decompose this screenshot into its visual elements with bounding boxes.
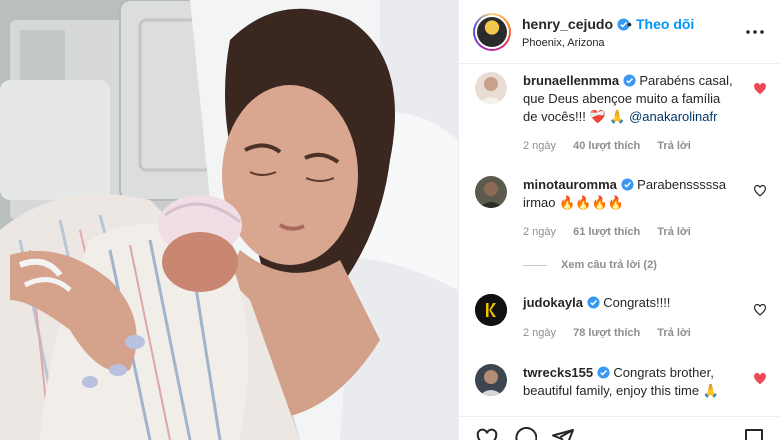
comment-likes[interactable]: 78 lượt thích xyxy=(573,327,640,339)
author-avatar[interactable] xyxy=(473,13,511,51)
post-side-panel: henry_cejudo • Theo dõi Phoenix, Arizona… xyxy=(458,0,780,440)
heart-liked-icon[interactable] xyxy=(753,372,767,386)
commenter-avatar-image xyxy=(475,72,507,104)
commenter-avatar-image xyxy=(475,294,507,326)
comment-reply-button[interactable]: Trả lời xyxy=(657,226,691,238)
comment-time[interactable]: 2 ngày xyxy=(523,226,556,238)
commenter-username[interactable]: bruna­ellenmma xyxy=(523,73,619,88)
comment-body: twrecks155 Congrats brother, beautiful f… xyxy=(523,364,737,400)
author-username-row[interactable]: henry_cejudo xyxy=(522,16,630,32)
comment-meta: 2 ngày 78 lượt thích Trả lời xyxy=(523,327,705,339)
replies-divider-line xyxy=(523,264,547,266)
comment-text: Congrats!!!! xyxy=(603,295,671,310)
post-header: henry_cejudo • Theo dõi Phoenix, Arizona xyxy=(459,0,780,64)
commenter-username[interactable]: twrecks155 xyxy=(523,365,593,380)
comment-body: minotauromma Parabensssssa irmao 🔥🔥🔥🔥 xyxy=(523,176,737,212)
commenter-avatar-image xyxy=(475,364,507,396)
verified-badge-icon xyxy=(623,74,636,87)
more-options-icon[interactable] xyxy=(743,22,767,42)
commenter-username[interactable]: minotauromma xyxy=(523,177,617,192)
like-icon[interactable] xyxy=(475,427,499,440)
verified-badge-icon xyxy=(597,366,610,379)
comment-meta: 2 ngày 61 lượt thích Trả lời xyxy=(523,226,705,238)
comment-reply-button[interactable]: Trả lời xyxy=(657,140,691,152)
comment-body: judokayla Congrats!!!! xyxy=(523,294,737,312)
comment-time[interactable]: 2 ngày xyxy=(523,140,556,152)
comment-mention[interactable]: @anakarolinafr xyxy=(629,109,717,124)
commenter-avatar[interactable] xyxy=(475,176,507,208)
share-icon[interactable] xyxy=(551,427,575,440)
comment-meta: 2 ngày 40 lượt thích Trả lời xyxy=(523,140,705,152)
comment-body: bruna­ellenmma Parabéns casal, que Deus … xyxy=(523,72,737,126)
comment-reply-button[interactable]: Trả lời xyxy=(657,327,691,339)
heart-outline-icon[interactable] xyxy=(753,184,767,198)
comment-icon[interactable] xyxy=(513,427,537,440)
post-location[interactable]: Phoenix, Arizona xyxy=(522,37,605,49)
author-username[interactable]: henry_cejudo xyxy=(522,16,613,32)
view-replies-button[interactable]: Xem câu trả lời (2) xyxy=(523,259,657,271)
commenter-avatar[interactable] xyxy=(475,294,507,326)
commenter-avatar[interactable] xyxy=(475,72,507,104)
post-action-bar xyxy=(459,416,780,440)
comment-likes[interactable]: 40 lượt thích xyxy=(573,140,640,152)
commenter-avatar-image xyxy=(475,176,507,208)
comment-time[interactable]: 2 ngày xyxy=(523,327,556,339)
verified-badge-icon xyxy=(620,178,634,191)
follow-button[interactable]: Theo dõi xyxy=(636,16,694,32)
save-icon[interactable] xyxy=(743,427,765,440)
heart-outline-icon[interactable] xyxy=(753,303,767,317)
post-photo[interactable] xyxy=(0,0,458,440)
commenter-avatar[interactable] xyxy=(475,364,507,396)
commenter-username[interactable]: judokayla xyxy=(523,295,583,310)
post-photo-illustration xyxy=(0,0,458,440)
verified-badge-icon xyxy=(587,296,600,309)
separator-dot: • xyxy=(627,16,632,32)
comment-likes[interactable]: 61 lượt thích xyxy=(573,226,640,238)
heart-liked-icon[interactable] xyxy=(753,82,767,96)
view-replies-label: Xem câu trả lời (2) xyxy=(561,259,657,271)
